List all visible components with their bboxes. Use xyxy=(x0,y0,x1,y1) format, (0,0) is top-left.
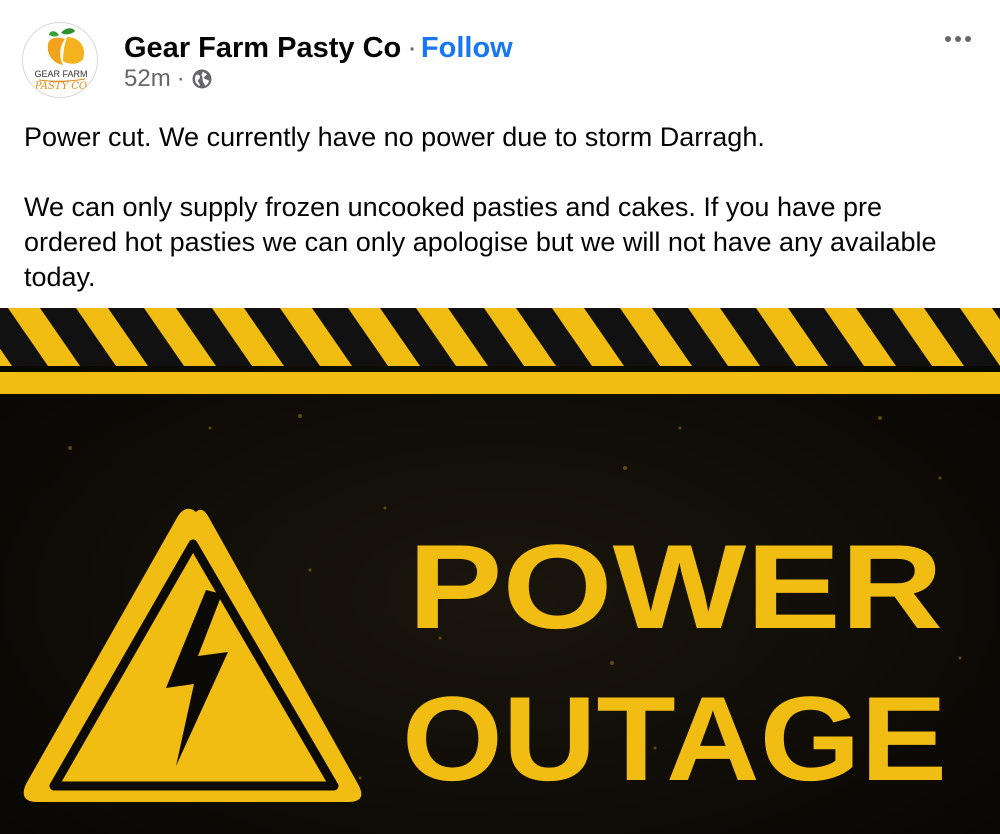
headline-line-2: OUTAGE xyxy=(402,672,947,806)
post-image[interactable]: POWER OUTAGE xyxy=(0,308,1000,834)
post-text: Power cut. We currently have no power du… xyxy=(24,120,964,295)
more-horizontal-icon xyxy=(945,36,971,42)
page-name[interactable]: Gear Farm Pasty Co xyxy=(124,32,401,64)
pasty-logo-icon: GEAR FARM PASTY CO xyxy=(34,28,88,92)
svg-text:PASTY CO: PASTY CO xyxy=(34,81,87,92)
post-paragraph-2: We can only supply frozen uncooked pasti… xyxy=(24,192,937,292)
post-paragraph-1: Power cut. We currently have no power du… xyxy=(24,122,765,152)
globe-icon[interactable] xyxy=(191,68,213,90)
svg-text:GEAR FARM: GEAR FARM xyxy=(34,69,87,79)
headline-line-1: POWER xyxy=(408,520,943,654)
follow-button[interactable]: Follow xyxy=(421,32,513,64)
post-meta: 52m · xyxy=(124,64,213,94)
power-outage-graphic: POWER OUTAGE xyxy=(0,308,1000,834)
post-header: GEAR FARM PASTY CO Gear Farm Pasty Co · Fo… xyxy=(0,0,1000,112)
hazard-stripes xyxy=(0,308,1000,394)
page-name-row: Gear Farm Pasty Co · Follow xyxy=(124,30,513,66)
post-timestamp[interactable]: 52m xyxy=(124,65,171,93)
name-separator: · xyxy=(407,32,417,64)
meta-separator: · xyxy=(176,65,185,92)
more-options-button[interactable] xyxy=(940,28,976,50)
page-avatar[interactable]: GEAR FARM PASTY CO xyxy=(22,22,98,98)
